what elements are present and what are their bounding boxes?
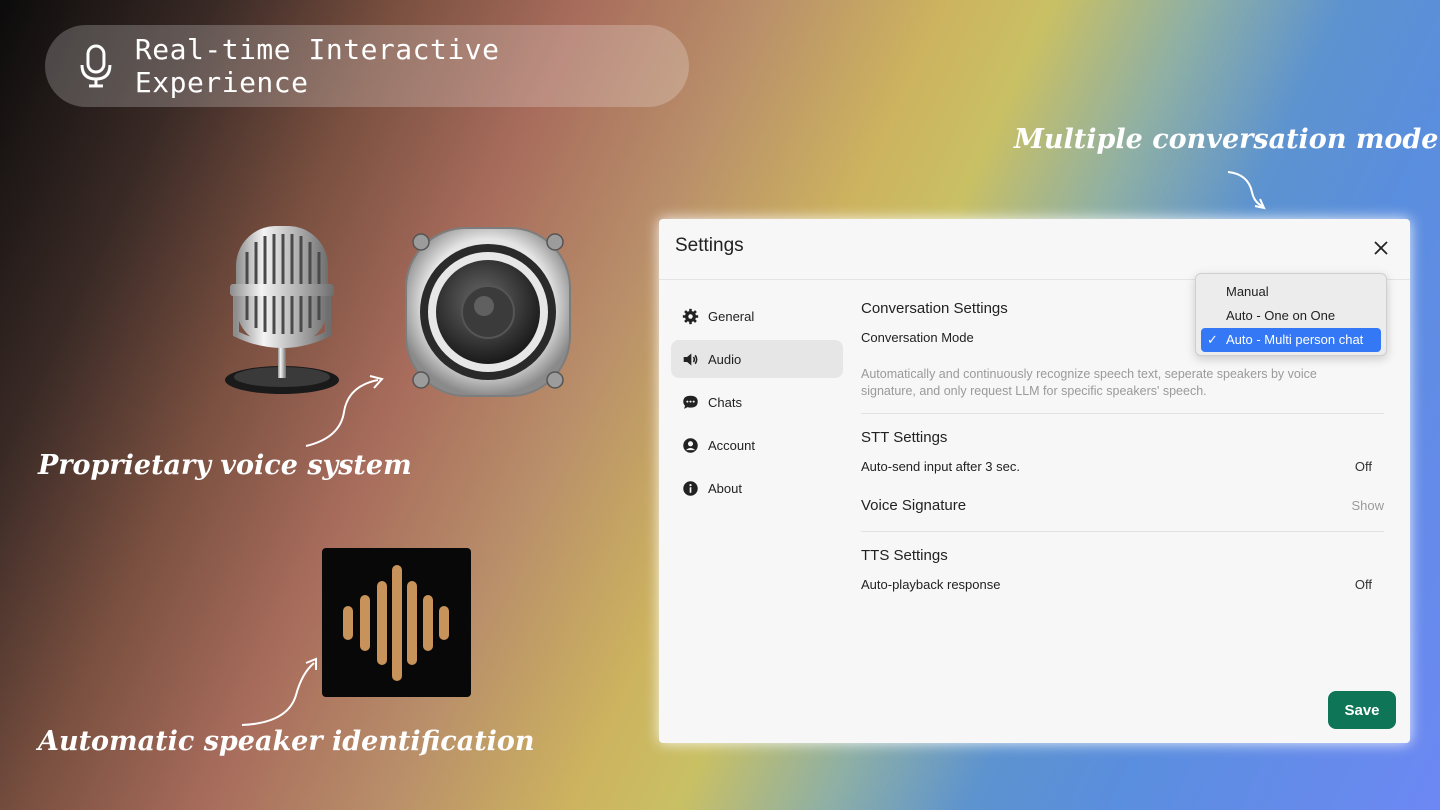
divider [861,413,1384,414]
annotation-speaker-identification: Automatic speaker identification [38,726,535,757]
settings-modal: Settings General Audio Chats Account Abo… [659,219,1410,743]
gear-icon [682,308,699,324]
voice-signature-row: Voice Signature Show [861,497,1384,514]
badge-title: Real-time Interactive Experience [134,33,500,99]
title-badge: Real-time Interactive Experience [45,25,689,107]
arrow-icon [305,375,384,447]
auto-send-label: Auto-send input after 3 sec. [861,459,1020,474]
sidebar-item-general[interactable]: General [671,297,843,335]
conversation-mode-label: Conversation Mode [861,330,974,345]
settings-sidebar: General Audio Chats Account About [671,297,843,512]
divider [861,531,1384,532]
modal-header: Settings [659,219,1410,280]
sidebar-item-label: Chats [708,394,742,410]
sidebar-item-label: General [708,308,755,324]
tts-settings-title: TTS Settings [861,547,948,564]
annotation-conversation-mode: Multiple conversation mode [1014,124,1439,155]
autoplay-toggle[interactable]: Off [1355,577,1372,592]
voice-signature-label: Voice Signature [861,497,967,514]
sidebar-item-account[interactable]: Account [671,426,843,464]
sidebar-item-label: Audio [708,351,742,367]
speaker-illustration-icon [405,227,571,397]
voice-signature-show-button[interactable]: Show [1351,498,1384,513]
autoplay-row: Auto-playback response Off [861,577,1384,592]
checkmark-icon: ✓ [1207,332,1218,347]
microphone-icon [80,44,112,88]
arrow-icon [241,657,317,726]
option-label: Manual [1226,284,1269,299]
conversation-mode-description: Automatically and continuously recognize… [861,367,1317,398]
dropdown-option-multi-person[interactable]: ✓ Auto - Multi person chat [1201,328,1381,352]
option-label: Auto - One on One [1226,308,1336,323]
autoplay-label: Auto-playback response [861,577,1001,592]
user-icon [683,437,698,453]
info-icon [683,480,698,496]
speaker-icon [683,353,698,365]
save-button[interactable]: Save [1328,691,1396,729]
sidebar-item-label: Account [708,437,755,453]
dropdown-option-one-on-one[interactable]: Auto - One on One [1201,304,1381,328]
modal-title: Settings [675,235,744,256]
sidebar-item-chats[interactable]: Chats [671,383,843,421]
close-icon[interactable] [1370,237,1392,259]
sidebar-item-label: About [708,480,742,496]
auto-send-toggle[interactable]: Off [1355,459,1372,474]
option-label: Auto - Multi person chat [1226,332,1364,347]
arrow-icon [1227,171,1266,210]
sidebar-item-about[interactable]: About [671,469,843,507]
stt-settings-title: STT Settings [861,429,948,446]
chat-bubble-icon [683,395,698,409]
annotation-voice-system: Proprietary voice system [38,450,412,481]
auto-send-row: Auto-send input after 3 sec. Off [861,459,1384,474]
sidebar-item-audio[interactable]: Audio [671,340,843,378]
waveform-icon [322,548,471,697]
dropdown-option-manual[interactable]: Manual [1201,280,1381,304]
conversation-mode-dropdown[interactable]: Manual Auto - One on One ✓ Auto - Multi … [1195,273,1387,356]
